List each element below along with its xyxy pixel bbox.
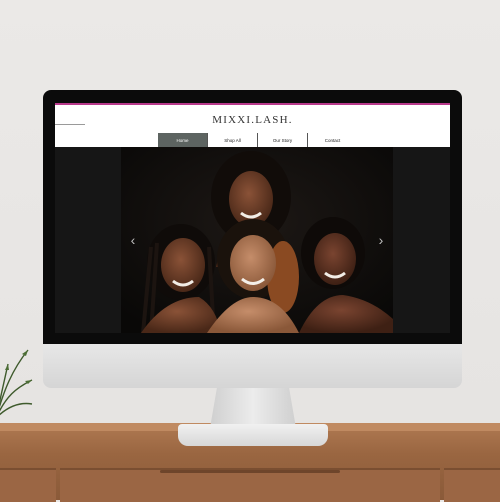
nav-contact[interactable]: Contact	[307, 133, 357, 147]
slider-side-panel-left	[55, 147, 121, 333]
main-nav: Home Shop All Our Story Contact	[158, 133, 357, 147]
site-logo[interactable]: MIXXI.LASH.	[55, 114, 450, 126]
website-viewport: MIXXI.LASH. Home Shop All Our Story Cont…	[55, 103, 450, 333]
hero-photo	[121, 147, 393, 333]
nav-home[interactable]: Home	[158, 133, 207, 147]
desk-drawer-right	[444, 468, 500, 502]
monitor-stand	[210, 388, 296, 428]
monitor-chin	[43, 344, 462, 388]
monitor-stand-base	[178, 424, 328, 446]
slider-side-panel-right	[393, 147, 450, 333]
desk-drawer-center	[60, 468, 440, 502]
plant-decoration	[0, 349, 33, 416]
site-header: MIXXI.LASH. Home Shop All Our Story Cont…	[55, 103, 450, 149]
nav-our-story[interactable]: Our Story	[257, 133, 307, 147]
drawer-handle	[160, 470, 340, 473]
chevron-right-icon[interactable]: ›	[375, 233, 387, 247]
chevron-left-icon[interactable]: ‹	[127, 233, 139, 247]
desk-drawer-left	[0, 468, 56, 502]
nav-shop-all[interactable]: Shop All	[207, 133, 257, 147]
hero-slider: ‹ ›	[55, 147, 450, 333]
